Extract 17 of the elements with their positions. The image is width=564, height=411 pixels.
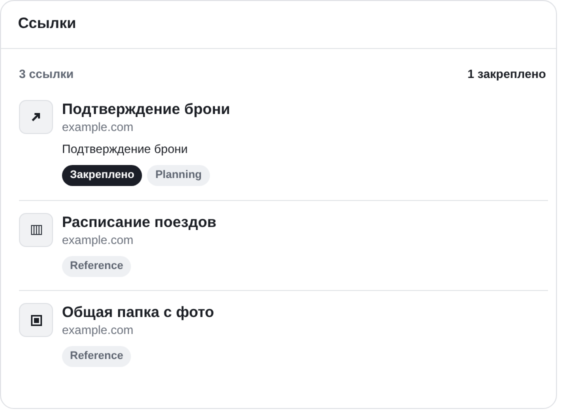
arrow-icon bbox=[31, 112, 41, 122]
link-title[interactable]: Общая папка с фото bbox=[62, 303, 214, 323]
link-count: 3 ссылки bbox=[19, 66, 74, 83]
tag-badge: Reference bbox=[62, 346, 132, 367]
barcode-icon bbox=[30, 225, 42, 235]
link-domain: example.com bbox=[62, 233, 134, 248]
tag-badge: Planning bbox=[147, 165, 210, 186]
pinned-count: 1 закреплено bbox=[468, 66, 546, 83]
pinned-badge: Закреплено bbox=[62, 165, 142, 186]
link-domain: example.com bbox=[62, 120, 134, 135]
link-note: Подтверждение брони bbox=[62, 142, 189, 157]
panel-title: Ссылки bbox=[18, 14, 76, 34]
square-icon bbox=[30, 314, 42, 326]
link-domain: example.com bbox=[62, 323, 134, 338]
link-title[interactable]: Подтверждение брони bbox=[62, 100, 230, 120]
tag-badge: Reference bbox=[62, 256, 132, 277]
link-title[interactable]: Расписание поездов bbox=[62, 213, 216, 233]
